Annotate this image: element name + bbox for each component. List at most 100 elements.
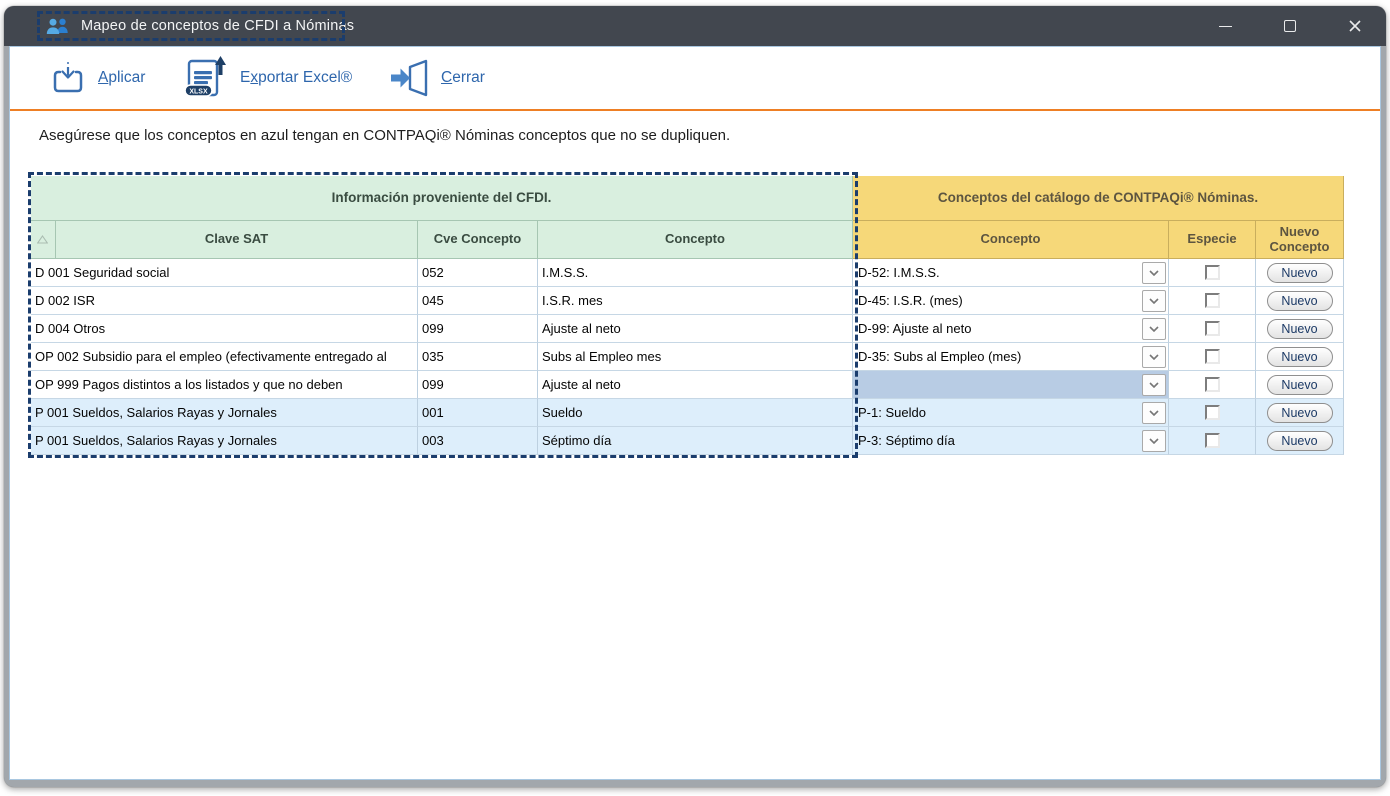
titlebar: Mapeo de conceptos de CFDI a Nóminas <box>4 6 1386 46</box>
concepto-nominas-dropdown[interactable]: D-52: I.M.S.S. <box>853 259 1169 287</box>
especie-checkbox[interactable] <box>1205 293 1220 308</box>
cerrar-button[interactable]: Cerrar <box>388 47 485 109</box>
content-area: Aplicar XLSX Exportar Excel® <box>9 46 1381 780</box>
concepto-nominas-dropdown[interactable] <box>853 371 1169 399</box>
people-icon <box>45 17 71 35</box>
chevron-down-icon[interactable] <box>1142 346 1166 368</box>
group-header-nominas: Conceptos del catálogo de CONTPAQi® Nómi… <box>853 176 1344 221</box>
cell-concepto-cfdi: Subs al Empleo mes <box>538 343 853 371</box>
chevron-down-icon[interactable] <box>1142 318 1166 340</box>
especie-cell <box>1169 287 1256 315</box>
nuevo-cell: Nuevo <box>1256 287 1344 315</box>
cell-clave-sat: D 001 Seguridad social <box>31 259 418 287</box>
cell-cve-concepto: 099 <box>418 315 538 343</box>
nuevo-concepto-button[interactable]: Nuevo <box>1267 347 1333 367</box>
mapping-table: Información proveniente del CFDI. Concep… <box>31 176 1344 455</box>
especie-cell <box>1169 259 1256 287</box>
maximize-button[interactable] <box>1271 11 1309 41</box>
maximize-icon <box>1284 20 1296 32</box>
svg-text:XLSX: XLSX <box>189 88 208 95</box>
cell-clave-sat: D 002 ISR <box>31 287 418 315</box>
chevron-down-icon[interactable] <box>1142 430 1166 452</box>
column-header-clave-sat[interactable]: Clave SAT <box>56 221 418 259</box>
window-title: Mapeo de conceptos de CFDI a Nóminas <box>81 18 354 34</box>
cell-cve-concepto: 035 <box>418 343 538 371</box>
window-controls <box>1206 6 1374 46</box>
cell-cve-concepto: 099 <box>418 371 538 399</box>
cell-concepto-cfdi: Ajuste al neto <box>538 371 853 399</box>
close-icon <box>1348 19 1362 33</box>
dropdown-value: D-99: Ajuste al neto <box>853 321 1168 336</box>
cell-clave-sat: P 001 Sueldos, Salarios Rayas y Jornales <box>31 427 418 455</box>
especie-cell <box>1169 343 1256 371</box>
nuevo-concepto-button[interactable]: Nuevo <box>1267 291 1333 311</box>
notice-text: Asegúrese que los conceptos en azul teng… <box>39 127 730 144</box>
column-header-nuevo-concepto[interactable]: Nuevo Concepto <box>1256 221 1344 259</box>
cerrar-label: Cerrar <box>441 69 485 87</box>
cell-cve-concepto: 001 <box>418 399 538 427</box>
dropdown-value: P-1: Sueldo <box>853 405 1168 420</box>
especie-checkbox[interactable] <box>1205 349 1220 364</box>
nuevo-cell: Nuevo <box>1256 399 1344 427</box>
cell-clave-sat: OP 999 Pagos distintos a los listados y … <box>31 371 418 399</box>
cell-cve-concepto: 045 <box>418 287 538 315</box>
column-header-concepto-cfdi[interactable]: Concepto <box>538 221 853 259</box>
excel-document-arrow-icon: XLSX <box>182 56 229 100</box>
nuevo-concepto-button[interactable]: Nuevo <box>1267 263 1333 283</box>
especie-cell <box>1169 371 1256 399</box>
dropdown-value: D-35: Subs al Empleo (mes) <box>853 349 1168 364</box>
column-header-concepto-nominas[interactable]: Concepto <box>853 221 1169 259</box>
especie-checkbox[interactable] <box>1205 433 1220 448</box>
concepto-nominas-dropdown[interactable]: P-3: Séptimo día <box>853 427 1169 455</box>
dropdown-value: P-3: Séptimo día <box>853 433 1168 448</box>
app-window: Mapeo de conceptos de CFDI a Nóminas <box>4 6 1386 787</box>
download-tray-icon <box>49 59 87 97</box>
nuevo-concepto-button[interactable]: Nuevo <box>1267 375 1333 395</box>
screen: Mapeo de conceptos de CFDI a Nóminas <box>0 0 1390 796</box>
exportar-excel-button[interactable]: XLSX Exportar Excel® <box>182 47 352 109</box>
column-header-cve-concepto[interactable]: Cve Concepto <box>418 221 538 259</box>
cell-clave-sat: OP 002 Subsidio para el empleo (efectiva… <box>31 343 418 371</box>
cell-concepto-cfdi: I.S.R. mes <box>538 287 853 315</box>
nuevo-cell: Nuevo <box>1256 315 1344 343</box>
cell-cve-concepto: 003 <box>418 427 538 455</box>
cell-concepto-cfdi: Séptimo día <box>538 427 853 455</box>
chevron-down-icon[interactable] <box>1142 402 1166 424</box>
nuevo-concepto-button[interactable]: Nuevo <box>1267 431 1333 451</box>
chevron-down-icon[interactable] <box>1142 262 1166 284</box>
close-button[interactable] <box>1336 11 1374 41</box>
concepto-nominas-dropdown[interactable]: D-35: Subs al Empleo (mes) <box>853 343 1169 371</box>
chevron-down-icon[interactable] <box>1142 374 1166 396</box>
concepto-nominas-dropdown[interactable]: D-45: I.S.R. (mes) <box>853 287 1169 315</box>
nuevo-cell: Nuevo <box>1256 427 1344 455</box>
nuevo-cell: Nuevo <box>1256 343 1344 371</box>
cell-concepto-cfdi: Ajuste al neto <box>538 315 853 343</box>
exit-door-icon <box>388 58 430 98</box>
nuevo-concepto-button[interactable]: Nuevo <box>1267 319 1333 339</box>
nuevo-cell: Nuevo <box>1256 259 1344 287</box>
group-header-cfdi: Información proveniente del CFDI. <box>31 176 853 221</box>
chevron-down-icon[interactable] <box>1142 290 1166 312</box>
especie-cell <box>1169 315 1256 343</box>
dropdown-value: D-52: I.M.S.S. <box>853 265 1168 280</box>
nuevo-concepto-button[interactable]: Nuevo <box>1267 403 1333 423</box>
column-header-especie[interactable]: Especie <box>1169 221 1256 259</box>
especie-checkbox[interactable] <box>1205 405 1220 420</box>
cell-cve-concepto: 052 <box>418 259 538 287</box>
cell-clave-sat: D 004 Otros <box>31 315 418 343</box>
especie-checkbox[interactable] <box>1205 265 1220 280</box>
cell-concepto-cfdi: I.M.S.S. <box>538 259 853 287</box>
minimize-button[interactable] <box>1206 11 1244 41</box>
especie-cell <box>1169 427 1256 455</box>
nuevo-cell: Nuevo <box>1256 371 1344 399</box>
row-indicator-header[interactable] <box>31 221 56 259</box>
exportar-excel-label: Exportar Excel® <box>240 69 352 87</box>
aplicar-button[interactable]: Aplicar <box>49 47 145 109</box>
especie-checkbox[interactable] <box>1205 377 1220 392</box>
minimize-icon <box>1219 26 1232 27</box>
concepto-nominas-dropdown[interactable]: P-1: Sueldo <box>853 399 1169 427</box>
cell-clave-sat: P 001 Sueldos, Salarios Rayas y Jornales <box>31 399 418 427</box>
especie-checkbox[interactable] <box>1205 321 1220 336</box>
sort-triangle-icon <box>37 235 48 244</box>
concepto-nominas-dropdown[interactable]: D-99: Ajuste al neto <box>853 315 1169 343</box>
